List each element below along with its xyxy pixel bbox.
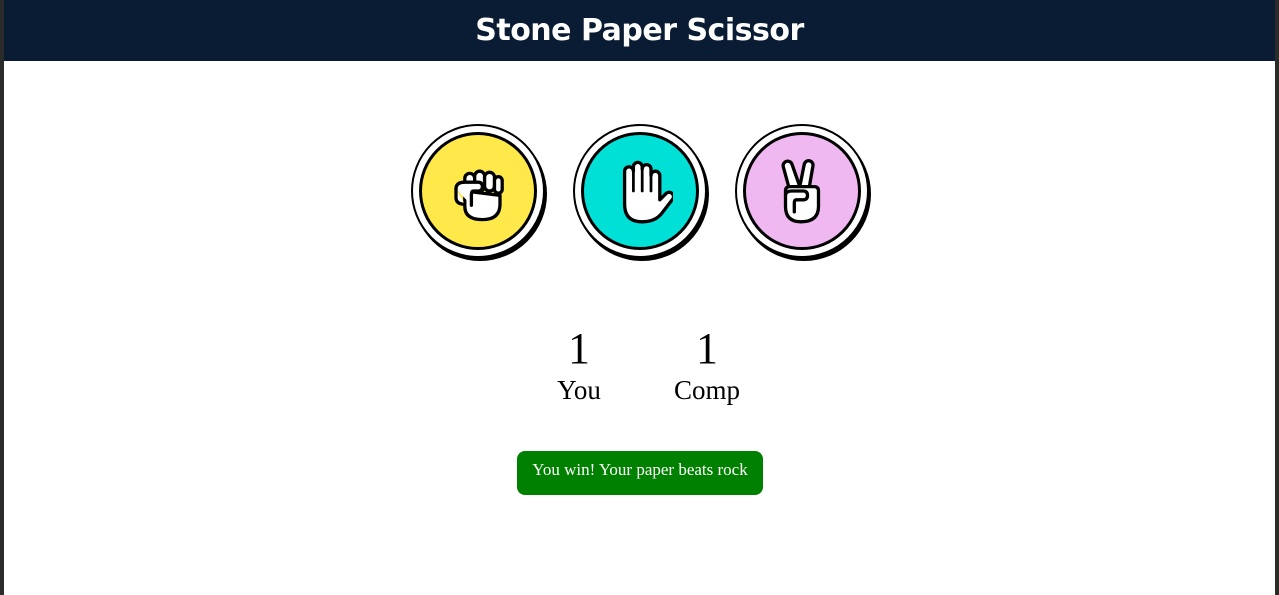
user-score: 1: [568, 324, 590, 373]
rock-choice-button[interactable]: [411, 124, 545, 258]
comp-score: 1: [696, 324, 718, 373]
scoreboard: 1 You 1 Comp: [549, 324, 743, 406]
comp-score-label: Comp: [673, 375, 740, 405]
app-window: Stone Paper Scissor 1 You 1 Comp You win…: [4, 0, 1275, 595]
scissors-choice-circle: [743, 132, 861, 250]
paper-choice-circle: [581, 132, 699, 250]
result-message: You win! Your paper beats rock: [517, 451, 763, 495]
scissors-choice-button[interactable]: [735, 124, 869, 258]
user-score-block: 1 You: [549, 324, 609, 406]
page-title: Stone Paper Scissor: [475, 12, 804, 48]
fist-icon: [454, 169, 504, 222]
header-bar: Stone Paper Scissor: [4, 0, 1275, 61]
open-hand-icon: [622, 160, 673, 224]
user-score-label: You: [557, 375, 601, 405]
comp-score-block: 1 Comp: [671, 324, 743, 406]
paper-choice-button[interactable]: [573, 124, 707, 258]
peace-hand-icon: [781, 159, 821, 224]
choices-container: [411, 124, 869, 258]
rock-choice-circle: [419, 132, 537, 250]
